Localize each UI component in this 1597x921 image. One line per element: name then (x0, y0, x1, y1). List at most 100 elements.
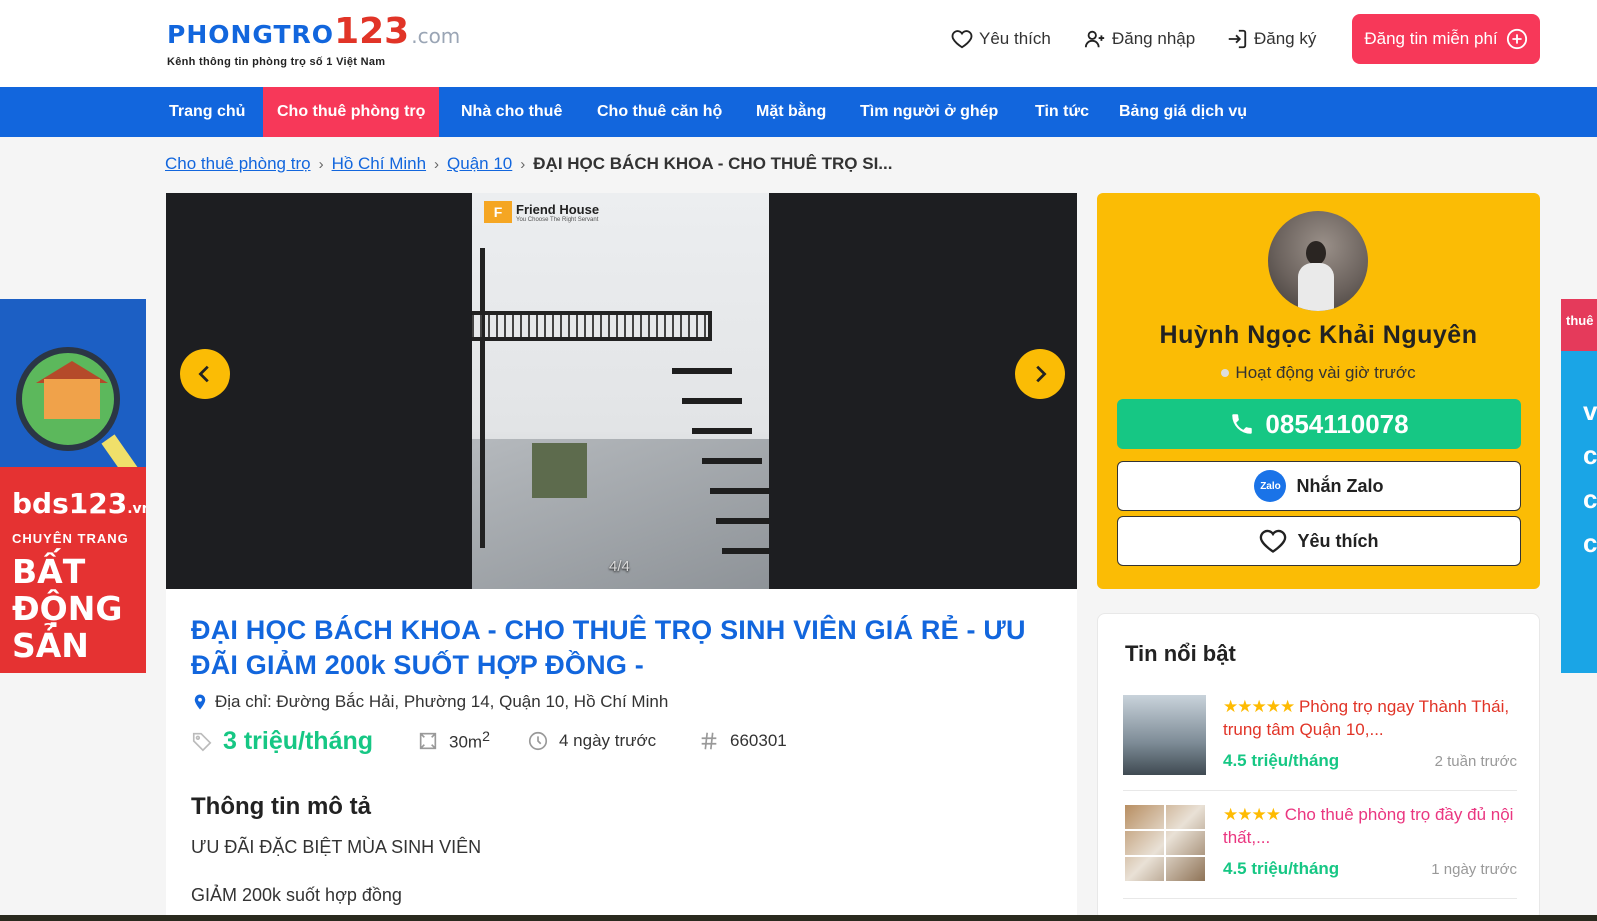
post-title: ĐẠI HỌC BÁCH KHOA - CHO THUÊ TRỌ SINH VI… (191, 615, 1026, 680)
ad-headline-line: BẤT (12, 552, 86, 591)
next-image-button[interactable] (1015, 349, 1065, 399)
featured-price: 4.5 triệu/tháng (1223, 751, 1340, 770)
status-text: Hoạt động vài giờ trước (1235, 363, 1416, 382)
featured-thumbnail (1123, 695, 1206, 775)
chevron-right-icon: › (318, 155, 324, 173)
featured-title: ★★★★ Cho thuê phòng trọ đầy đủ nội thất,… (1223, 803, 1515, 849)
contact-card: Huỳnh Ngọc Khải Nguyên Hoạt động vài giờ… (1097, 193, 1540, 589)
featured-time: 1 ngày trước (1431, 861, 1517, 878)
breadcrumb: Cho thuê phòng trọ › Hồ Chí Minh › Quận … (165, 152, 892, 176)
post-meta: 3 triệu/tháng 30m2 4 ngày trước 660301 (191, 725, 1051, 757)
chevron-right-icon: › (434, 155, 440, 173)
register-label: Đăng ký (1254, 29, 1317, 48)
post-detail: ĐẠI HỌC BÁCH KHOA - CHO THUÊ TRỌ SINH VI… (166, 589, 1077, 921)
room-photo: F Friend House You Choose The Right Serva… (472, 193, 769, 589)
nav-item-home[interactable]: Trang chủ (155, 87, 259, 137)
watermark-slogan: You Choose The Right Servant (516, 216, 599, 223)
breadcrumb-link[interactable]: Cho thuê phòng trọ (165, 154, 311, 174)
breadcrumb-link[interactable]: Hồ Chí Minh (332, 154, 426, 174)
hash-icon (701, 732, 717, 750)
ad-right-char: v (1583, 396, 1597, 426)
description-heading: Thông tin mô tả (191, 793, 371, 820)
heart-icon (1260, 529, 1287, 553)
phone-number: 0854110078 (1265, 408, 1409, 439)
featured-listings: Tin nổi bật ★★★★★ Phòng trọ ngay Thành T… (1097, 613, 1540, 921)
featured-time: 2 tuần trước (1434, 753, 1517, 770)
avatar (1268, 211, 1368, 311)
save-favorite-button[interactable]: Yêu thích (1117, 516, 1521, 566)
watermark-letter: F (484, 201, 512, 223)
chevron-right-icon: › (520, 155, 526, 173)
star-rating-icon: ★★★★★ (1223, 697, 1295, 716)
ad-brand-name: bds123 (12, 487, 128, 520)
call-button[interactable]: 0854110078 (1117, 399, 1521, 449)
site-header: PHONGTRO 123 .com Kênh thông tin phòng trọ… (0, 0, 1597, 87)
ad-headline: BẤT ĐỘNG SẢN (12, 553, 122, 664)
ad-headline-line: SẢN (12, 626, 89, 665)
login-link[interactable]: Đăng nhập (1084, 28, 1195, 50)
logo-domain: .com (411, 24, 461, 48)
favorite-link[interactable]: Yêu thích (951, 28, 1051, 50)
nav-item-pricing[interactable]: Bảng giá dịch vụ (1105, 87, 1261, 137)
breadcrumb-link[interactable]: Quận 10 (447, 154, 512, 174)
price-value: 3 triệu/tháng (223, 726, 374, 755)
id-value: 660301 (730, 731, 787, 750)
nav-item-apartment[interactable]: Cho thuê căn hộ (583, 87, 736, 137)
post-address: Địa chỉ: Đường Bắc Hải, Phường 14, Quận … (191, 692, 668, 712)
phone-icon (1232, 414, 1253, 434)
description-line: ƯU ĐÃI ĐẶC BIỆT MÙA SINH VIÊN (191, 837, 482, 857)
right-banner-ad[interactable]: thuê v c c c (1561, 299, 1597, 673)
featured-thumbnail (1123, 803, 1206, 883)
post-price: 3 triệu/tháng (191, 725, 373, 757)
area-value: 30m (449, 732, 483, 752)
map-pin-icon (194, 694, 206, 710)
login-label: Đăng nhập (1112, 29, 1196, 48)
description-line: GIẢM 200k suốt hợp đồng (191, 885, 402, 905)
watermark-logo: F Friend House You Choose The Right Serva… (484, 201, 599, 223)
magnifier-icon (16, 347, 120, 451)
photo-gallery[interactable]: F Friend House You Choose The Right Serva… (166, 193, 1077, 589)
nav-item-house-rent[interactable]: Nhà cho thuê (447, 87, 576, 137)
status-dot-icon (1221, 369, 1230, 377)
post-id: 660301 (698, 725, 787, 757)
owner-name: Huỳnh Ngọc Khải Nguyên (1159, 321, 1478, 349)
zalo-button[interactable]: Zalo Nhắn Zalo (1117, 461, 1521, 511)
zalo-label: Nhắn Zalo (1296, 475, 1384, 496)
main-nav: Trang chủ Cho thuê phòng trọ Nhà cho thu… (0, 87, 1597, 137)
prev-image-button[interactable] (180, 349, 230, 399)
ad-right-text: v c c c (1583, 389, 1597, 565)
register-link[interactable]: Đăng ký (1226, 28, 1316, 50)
chevron-left-icon (198, 365, 209, 383)
post-free-label: Đăng tin miễn phí (1364, 29, 1498, 48)
ad-right-char: c (1583, 528, 1597, 558)
post-area: 30m2 (417, 725, 490, 757)
logo-tagline: Kênh thông tin phòng trọ số 1 Việt Nam (167, 56, 386, 68)
bottom-edge (0, 915, 1597, 921)
nav-item-news[interactable]: Tin tức (1021, 87, 1103, 137)
ad-right-brand: thuê (1561, 299, 1597, 351)
area-icon (419, 732, 437, 750)
area-unit-sup: 2 (482, 729, 490, 746)
star-rating-icon: ★★★★ (1223, 805, 1281, 824)
post-free-button[interactable]: Đăng tin miễn phí (1352, 14, 1540, 64)
featured-title: ★★★★★ Phòng trọ ngay Thành Thái, trung t… (1223, 695, 1515, 741)
site-logo[interactable]: PHONGTRO 123 .com Kênh thông tin phòng trọ… (167, 14, 461, 69)
featured-item[interactable]: ★★★★ Cho thuê phòng trọ đầy đủ nội thất,… (1123, 791, 1517, 899)
time-value: 4 ngày trước (559, 731, 657, 750)
nav-item-premises[interactable]: Mặt bằng (742, 87, 840, 137)
nav-item-room-rent[interactable]: Cho thuê phòng trọ (263, 87, 440, 137)
featured-item[interactable]: ★★★★★ Phòng trọ ngay Thành Thái, trung t… (1123, 683, 1517, 791)
favorite-label: Yêu thích (979, 29, 1051, 48)
address-text: Địa chỉ: Đường Bắc Hải, Phường 14, Quận … (215, 692, 669, 711)
clock-icon (528, 731, 548, 751)
ad-right-char: c (1583, 484, 1597, 514)
ad-brand-domain: .vn (127, 501, 146, 517)
post-time: 4 ngày trước (527, 725, 656, 757)
nav-item-roommate[interactable]: Tìm người ở ghép (846, 87, 1012, 137)
plus-circle-icon (1506, 28, 1527, 50)
featured-heading: Tin nổi bật (1125, 641, 1236, 666)
ad-subtitle: CHUYÊN TRANG (12, 531, 129, 546)
ad-right-char: c (1583, 440, 1597, 470)
left-banner-ad[interactable]: bds123.vn CHUYÊN TRANG BẤT ĐỘNG SẢN (0, 299, 146, 673)
owner-status: Hoạt động vài giờ trước (1097, 363, 1540, 383)
